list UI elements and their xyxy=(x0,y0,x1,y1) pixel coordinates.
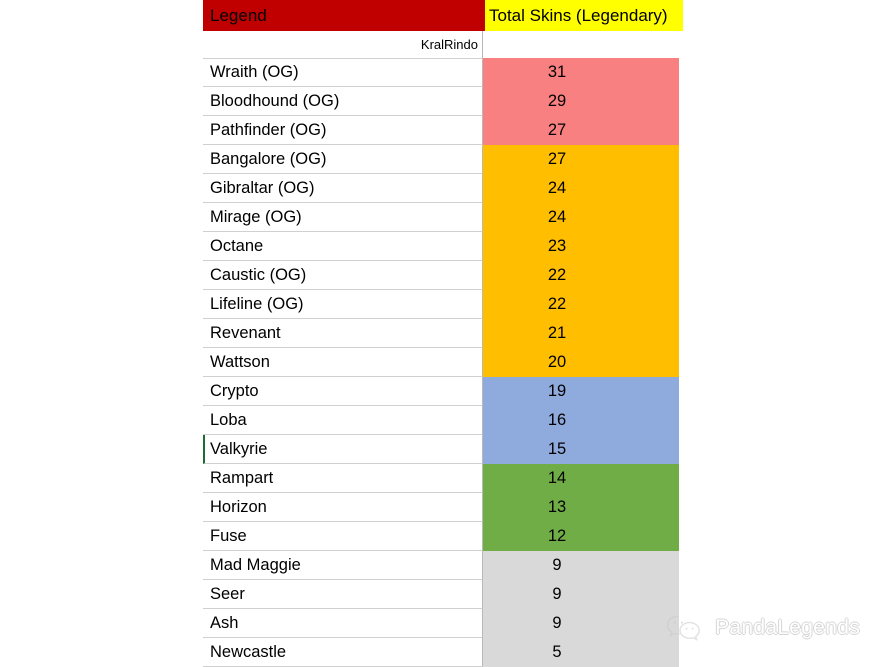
table-row[interactable]: Horizon 13 xyxy=(203,493,683,522)
legend-name-cell[interactable]: Octane xyxy=(203,232,483,261)
table-row[interactable]: Valkyrie 15 xyxy=(203,435,683,464)
total-skins-cell[interactable]: 27 xyxy=(483,145,679,174)
legend-name-cell[interactable]: Rampart xyxy=(203,464,483,493)
total-skins-cell[interactable]: 9 xyxy=(483,580,679,609)
table-row[interactable]: Lifeline (OG) 22 xyxy=(203,290,683,319)
table-row[interactable]: Pathfinder (OG) 27 xyxy=(203,116,683,145)
total-skins-cell[interactable]: 19 xyxy=(483,377,679,406)
legend-name-cell[interactable]: Wattson xyxy=(203,348,483,377)
total-skins-cell[interactable]: 13 xyxy=(483,493,679,522)
legend-name-cell[interactable]: Valkyrie xyxy=(203,435,483,464)
legend-name-cell[interactable]: Revenant xyxy=(203,319,483,348)
total-skins-cell[interactable]: 23 xyxy=(483,232,679,261)
total-skins-cell[interactable]: 20 xyxy=(483,348,679,377)
table-row[interactable]: Crypto 19 xyxy=(203,377,683,406)
watermark: PandaLegends xyxy=(665,613,860,643)
legend-name-cell[interactable]: Gibraltar (OG) xyxy=(203,174,483,203)
table-row[interactable]: Revenant 21 xyxy=(203,319,683,348)
legend-name-cell[interactable]: Ash xyxy=(203,609,483,638)
legend-name-cell[interactable]: Bloodhound (OG) xyxy=(203,87,483,116)
column-header-legend[interactable]: Legend xyxy=(203,0,483,31)
legend-name-cell[interactable]: Mirage (OG) xyxy=(203,203,483,232)
table-row[interactable]: Wraith (OG) 31 xyxy=(203,58,683,87)
legend-name-cell[interactable]: Pathfinder (OG) xyxy=(203,116,483,145)
table-row[interactable]: Bloodhound (OG) 29 xyxy=(203,87,683,116)
watermark-label: PandaLegends xyxy=(715,616,860,639)
total-skins-cell[interactable]: 31 xyxy=(483,58,679,87)
total-skins-cell[interactable]: 22 xyxy=(483,261,679,290)
total-skins-cell[interactable]: 24 xyxy=(483,203,679,232)
legend-name-cell[interactable]: Seer xyxy=(203,580,483,609)
table-header-row: Legend Total Skins (Legendary) xyxy=(203,0,683,31)
table-row[interactable]: Loba 16 xyxy=(203,406,683,435)
total-skins-cell[interactable]: 14 xyxy=(483,464,679,493)
legend-name-cell[interactable]: Loba xyxy=(203,406,483,435)
legend-name-cell[interactable]: Newcastle xyxy=(203,638,483,667)
total-skins-cell[interactable]: 16 xyxy=(483,406,679,435)
total-skins-cell[interactable]: 24 xyxy=(483,174,679,203)
legend-name-cell[interactable]: Lifeline (OG) xyxy=(203,290,483,319)
legend-name-cell[interactable]: Mad Maggie xyxy=(203,551,483,580)
table-row[interactable]: Mirage (OG) 24 xyxy=(203,203,683,232)
author-label[interactable]: KralRindo xyxy=(203,31,483,58)
table-row[interactable]: Caustic (OG) 22 xyxy=(203,261,683,290)
total-skins-cell[interactable]: 12 xyxy=(483,522,679,551)
table-row[interactable]: Gibraltar (OG) 24 xyxy=(203,174,683,203)
legend-name-cell[interactable]: Crypto xyxy=(203,377,483,406)
spreadsheet-table: Legend Total Skins (Legendary) KralRindo… xyxy=(203,0,683,667)
legend-name-cell[interactable]: Bangalore (OG) xyxy=(203,145,483,174)
total-skins-cell[interactable]: 27 xyxy=(483,116,679,145)
total-skins-cell[interactable]: 5 xyxy=(483,638,679,667)
table-row[interactable]: Bangalore (OG) 27 xyxy=(203,145,683,174)
legend-name-cell[interactable]: Caustic (OG) xyxy=(203,261,483,290)
table-row[interactable]: Ash 9 xyxy=(203,609,683,638)
table-row[interactable]: Octane 23 xyxy=(203,232,683,261)
table-row[interactable]: Wattson 20 xyxy=(203,348,683,377)
table-row[interactable]: Newcastle 5 xyxy=(203,638,683,667)
table-row[interactable]: Seer 9 xyxy=(203,580,683,609)
legend-name-cell[interactable]: Fuse xyxy=(203,522,483,551)
table-row[interactable]: Rampart 14 xyxy=(203,464,683,493)
column-header-total-skins[interactable]: Total Skins (Legendary) xyxy=(483,0,683,31)
legend-name-cell[interactable]: Horizon xyxy=(203,493,483,522)
total-skins-cell[interactable]: 15 xyxy=(483,435,679,464)
table-row[interactable]: Mad Maggie 9 xyxy=(203,551,683,580)
table-body: Wraith (OG) 31 Bloodhound (OG) 29 Pathfinder… xyxy=(203,58,683,667)
table-row[interactable]: Fuse 12 xyxy=(203,522,683,551)
total-skins-cell[interactable]: 9 xyxy=(483,551,679,580)
total-skins-cell[interactable]: 9 xyxy=(483,609,679,638)
legend-name-cell[interactable]: Wraith (OG) xyxy=(203,58,483,87)
author-value-blank[interactable] xyxy=(483,31,679,58)
total-skins-cell[interactable]: 21 xyxy=(483,319,679,348)
total-skins-cell[interactable]: 22 xyxy=(483,290,679,319)
author-row: KralRindo xyxy=(203,31,683,58)
total-skins-cell[interactable]: 29 xyxy=(483,87,679,116)
